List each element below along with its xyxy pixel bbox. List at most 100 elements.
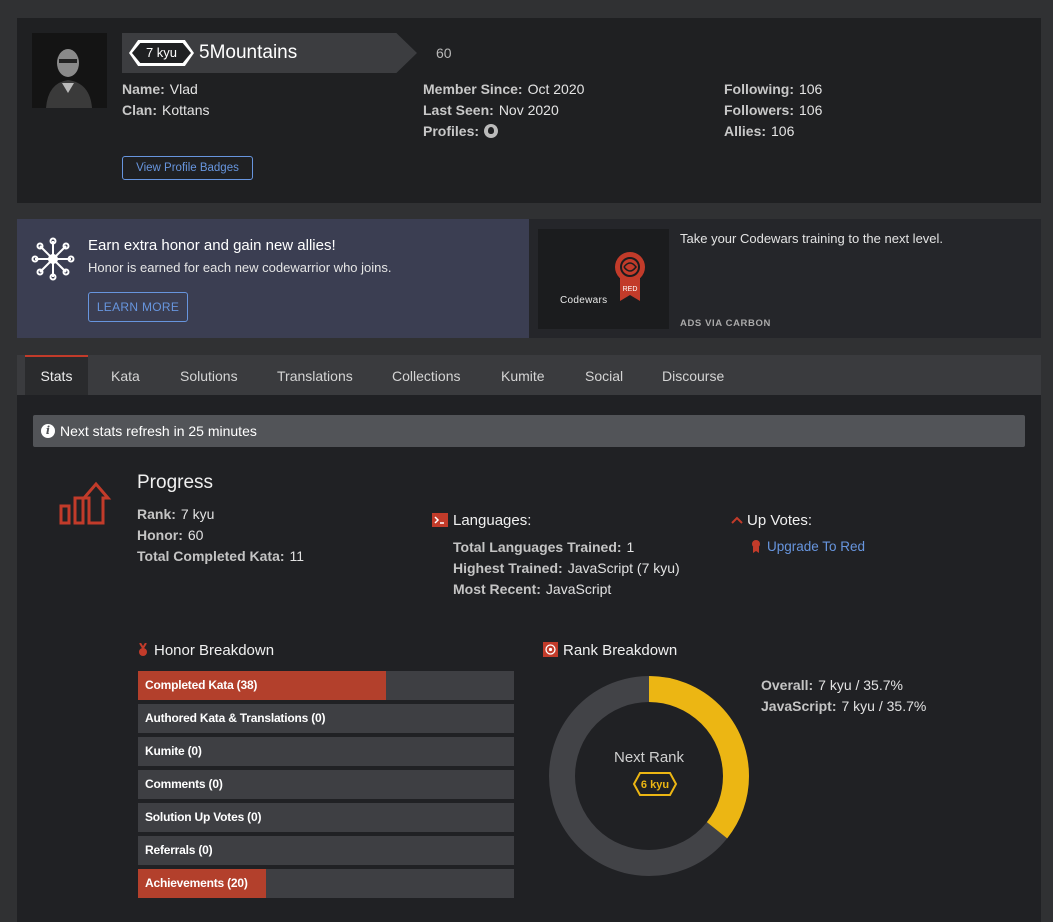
chevron-up-icon: [731, 516, 743, 524]
honor-breakdown-title: Honor Breakdown: [154, 642, 275, 659]
stat-value: 11: [289, 548, 305, 564]
stat-value: 7 kyu / 35.7%: [841, 698, 927, 714]
username: 5Mountains: [199, 42, 298, 63]
info-icon: i: [41, 424, 55, 438]
upgrade-to-red-link[interactable]: Upgrade To Red: [767, 539, 865, 554]
allies-count[interactable]: 106: [771, 123, 794, 139]
stat-label: Rank:: [137, 506, 176, 522]
honor-bar-label: Completed Kata (38): [145, 678, 258, 692]
promo-title: Earn extra honor and gain new allies!: [88, 237, 336, 254]
tab-kumite[interactable]: Kumite: [501, 355, 545, 395]
view-profile-badges-button[interactable]: View Profile Badges: [122, 156, 253, 180]
medal-icon: [139, 642, 147, 656]
info-label: Last Seen:: [423, 102, 494, 118]
codewars-red-badge-icon: RED: [615, 252, 645, 301]
tab-collections[interactable]: Collections: [392, 355, 460, 395]
info-label: Allies:: [724, 123, 767, 139]
info-right: Following: 106 Followers: 106 Allies: 106: [724, 79, 822, 142]
progress-title: Progress: [137, 472, 214, 493]
avatar[interactable]: [32, 33, 107, 108]
stat-row: Overall: 7 kyu / 35.7%: [761, 675, 926, 696]
ad-image[interactable]: Codewars RED: [538, 229, 669, 329]
stat-row: Highest Trained: JavaScript (7 kyu): [453, 558, 680, 579]
next-rank-label: 6 kyu: [641, 779, 669, 791]
languages-heading: Languages:: [432, 512, 531, 529]
carbon-ad: Codewars RED Take your Codewars training…: [529, 219, 1041, 338]
stat-value: JavaScript (7 kyu): [567, 560, 680, 576]
languages-stats: Total Languages Trained: 1 Highest Traine…: [453, 537, 680, 600]
stat-row: Rank: 7 kyu: [137, 504, 304, 525]
info-label: Name:: [122, 81, 165, 97]
honor-bar-label: Kumite (0): [145, 744, 202, 758]
honor-bar: Comments (0): [138, 770, 514, 799]
stats-refresh-notice: i Next stats refresh in 25 minutes: [33, 415, 1025, 447]
stat-row: JavaScript: 7 kyu / 35.7%: [761, 696, 926, 717]
stat-label: Total Completed Kata:: [137, 548, 285, 564]
info-left: Name: Vlad Clan: Kottans: [122, 79, 209, 121]
stat-value: 1: [626, 539, 635, 555]
info-value: Nov 2020: [498, 102, 559, 118]
stat-label: Overall:: [761, 677, 814, 693]
info-row: Member Since: Oct 2020: [423, 79, 584, 100]
terminal-icon: [432, 513, 448, 527]
stat-label: Total Languages Trained:: [453, 539, 622, 555]
honor-bar-label: Achievements (20): [145, 876, 248, 890]
upgrade-to-red-link-row: Upgrade To Red: [751, 538, 865, 556]
tab-kata[interactable]: Kata: [111, 355, 140, 395]
progress-chart-icon: [59, 481, 112, 525]
learn-more-button[interactable]: LEARN MORE: [88, 292, 188, 322]
tab-social[interactable]: Social: [585, 355, 623, 395]
stat-label: Highest Trained:: [453, 560, 563, 576]
stat-value: 60: [187, 527, 204, 543]
rank-breakdown-title: Rank Breakdown: [563, 642, 678, 659]
honor-bar: Solution Up Votes (0): [138, 803, 514, 832]
stat-row: Most Recent: JavaScript: [453, 579, 680, 600]
honor-bar: Kumite (0): [138, 737, 514, 766]
info-row: Name: Vlad: [122, 79, 209, 100]
tab-solutions[interactable]: Solutions: [180, 355, 238, 395]
info-row: Last Seen: Nov 2020: [423, 100, 584, 121]
followers-count[interactable]: 106: [799, 102, 822, 118]
tab-discourse[interactable]: Discourse: [662, 355, 724, 395]
honor-score: 60: [436, 45, 452, 61]
ribbon-icon: [752, 540, 760, 553]
info-middle: Member Since: Oct 2020 Last Seen: Nov 2020…: [423, 79, 584, 142]
clan-link[interactable]: Kottans: [162, 102, 209, 118]
upvotes-heading: Up Votes:: [731, 512, 812, 529]
info-row: Following: 106: [724, 79, 822, 100]
stat-value: 7 kyu / 35.7%: [818, 677, 903, 693]
info-label: Profiles:: [423, 123, 480, 139]
tab-stats[interactable]: Stats: [25, 355, 88, 395]
donut-center-label: Next Rank: [614, 749, 685, 766]
stat-label: Honor:: [137, 527, 183, 543]
rank-badge: 7 kyu: [129, 40, 194, 66]
honor-breakdown-heading: Honor Breakdown: [138, 642, 274, 659]
info-label: Clan:: [122, 102, 157, 118]
info-value: Vlad: [169, 81, 198, 97]
github-icon[interactable]: [484, 124, 499, 138]
ad-text[interactable]: Take your Codewars training to the next …: [680, 231, 943, 246]
stat-label: JavaScript:: [761, 698, 837, 714]
progress-stats: Rank: 7 kyu Honor: 60 Total Completed Kata…: [137, 504, 304, 567]
tab-translations[interactable]: Translations: [277, 355, 353, 395]
stat-label: Most Recent:: [453, 581, 541, 597]
target-icon: [543, 642, 558, 657]
honor-bar: Authored Kata & Translations (0): [138, 704, 514, 733]
honor-bar-label: Solution Up Votes (0): [145, 810, 262, 824]
info-label: Following:: [724, 81, 794, 97]
promo-subtitle: Honor is earned for each new codewarrior…: [88, 260, 392, 275]
honor-bar: Completed Kata (38): [138, 671, 514, 700]
stat-row: Honor: 60: [137, 525, 304, 546]
upvotes-title: Up Votes:: [747, 512, 813, 529]
honor-bar-label: Comments (0): [145, 777, 223, 791]
stats-panel: i Next stats refresh in 25 minutes Progr…: [17, 395, 1041, 922]
ads-via-carbon-link[interactable]: ADS VIA CARBON: [680, 318, 771, 329]
following-count[interactable]: 106: [799, 81, 822, 97]
languages-title: Languages:: [453, 512, 532, 529]
network-icon: [31, 237, 75, 281]
info-row: Allies: 106: [724, 121, 822, 142]
info-label: Followers:: [724, 102, 795, 118]
info-row: Profiles:: [423, 121, 584, 142]
rank-breakdown-stats: Overall: 7 kyu / 35.7% JavaScript: 7 kyu /…: [761, 675, 926, 717]
profile-header: 7 kyu 5Mountains 60 Name: Vlad Clan: Kotta…: [17, 18, 1041, 203]
